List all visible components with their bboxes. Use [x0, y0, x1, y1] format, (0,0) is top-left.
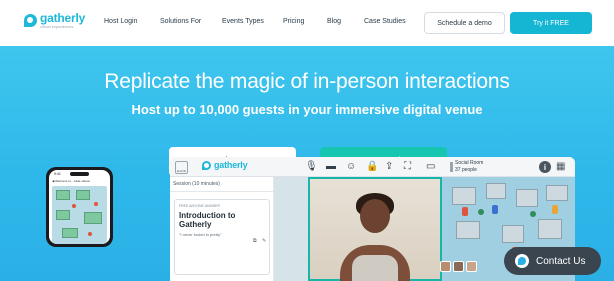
map-table — [84, 212, 102, 224]
logo-tagline: virtual experiences — [40, 24, 74, 29]
map-table — [456, 221, 480, 239]
room-info: Social Room 37 people — [455, 160, 483, 174]
map-table — [62, 228, 78, 238]
hero-headline: Replicate the magic of in-person interac… — [104, 70, 510, 93]
avatar-dot — [72, 204, 76, 208]
emoji-icon[interactable]: ☺ — [346, 161, 356, 173]
map-table — [538, 219, 562, 239]
map-table — [546, 185, 568, 201]
map-table — [56, 190, 70, 200]
map-table — [486, 183, 506, 199]
nav-case-studies[interactable]: Case Studies — [364, 18, 406, 25]
participant-thumbnail[interactable] — [440, 261, 451, 272]
room-name: Social Room — [455, 160, 484, 166]
gatherly-logo[interactable]: gatherly virtual experiences — [24, 12, 85, 29]
map-table — [56, 210, 70, 220]
phone-time: 9:41 — [54, 172, 61, 176]
phone-mockup: 9:41 ◀ Welcome to... Hide videos — [46, 167, 113, 247]
video-feed — [308, 177, 442, 281]
try-free-button[interactable]: Try it FREE — [510, 12, 592, 34]
exit-button[interactable]: Exit/ID — [175, 161, 188, 174]
card-title: Introduction to Gatherly — [179, 211, 236, 229]
plant-icon — [530, 211, 536, 217]
phone-venue-map — [52, 186, 107, 244]
chat-bubble-icon — [202, 161, 211, 170]
avatar[interactable] — [462, 207, 468, 216]
copy-icon[interactable]: ⧉ — [253, 238, 257, 244]
contact-us-button[interactable]: Contact Us — [504, 247, 601, 275]
chat-bubble-icon — [515, 254, 529, 268]
plant-icon — [478, 209, 484, 215]
app-logo: gatherly — [202, 160, 248, 170]
session-panel: Session (10 minutes) FREE ANYONE ANSWER … — [170, 177, 274, 281]
avatar[interactable] — [552, 205, 558, 214]
top-nav: gatherly virtual experiences Host Login … — [0, 0, 614, 46]
camera-icon[interactable]: ▬ — [326, 161, 336, 173]
map-icon[interactable]: ▦ — [556, 161, 568, 173]
participant-thumbnails — [440, 261, 477, 272]
app-logo-wordmark: gatherly — [214, 160, 248, 170]
map-table — [76, 190, 90, 200]
schedule-demo-button[interactable]: Schedule a demo — [424, 12, 505, 34]
room-count: 37 people — [455, 167, 477, 173]
logo-wordmark: gatherly — [40, 11, 86, 25]
session-header: Session (10 minutes) — [173, 181, 220, 187]
participant-face — [360, 199, 390, 233]
chat-bubble-icon — [24, 14, 37, 27]
lock-icon[interactable]: 🔒 — [366, 161, 378, 173]
avatar-dot — [88, 232, 92, 236]
nav-events-types[interactable]: Events Types — [222, 18, 264, 25]
venue-background — [274, 177, 308, 281]
divider — [170, 191, 274, 192]
nav-solutions-for[interactable]: Solutions For — [160, 18, 201, 25]
edit-icon[interactable]: ✎ — [262, 238, 266, 244]
map-table — [452, 187, 476, 205]
avatar[interactable] — [492, 205, 498, 214]
phone-screen: 9:41 ◀ Welcome to... Hide videos — [49, 170, 110, 244]
participant-shirt — [352, 255, 398, 281]
screen-icon[interactable]: ▭ — [426, 161, 435, 173]
card-meta: FREE ANYONE ANSWER — [179, 204, 221, 208]
session-card[interactable]: FREE ANYONE ANSWER Introduction to Gathe… — [174, 199, 270, 275]
share-icon[interactable]: ⇪ — [385, 161, 393, 173]
phone-header-bar: ◀ Welcome to... Hide videos — [52, 179, 90, 183]
door-icon — [450, 162, 453, 172]
card-question: "I never fooled in pretty" — [179, 232, 222, 237]
avatar-dot — [94, 202, 98, 206]
participant-thumbnail[interactable] — [453, 261, 464, 272]
nav-pricing[interactable]: Pricing — [283, 18, 304, 25]
app-toolbar: Exit/ID gatherly 🎙 ▬ ☺ 🔒 ⇪ ⛶ ▭ Social Ro… — [170, 157, 575, 177]
contact-us-label: Contact Us — [536, 255, 586, 267]
phone-notch — [70, 172, 89, 176]
info-icon[interactable]: i — [539, 161, 551, 173]
hero-subheadline: Host up to 10,000 guests in your immersi… — [131, 102, 483, 117]
participant-thumbnail[interactable] — [466, 261, 477, 272]
nav-blog[interactable]: Blog — [327, 18, 341, 25]
microphone-icon[interactable]: 🎙 — [305, 161, 318, 173]
nav-host-login[interactable]: Host Login — [104, 18, 137, 25]
map-table — [516, 189, 538, 207]
expand-icon[interactable]: ⛶ — [404, 161, 411, 173]
map-table — [502, 225, 524, 243]
